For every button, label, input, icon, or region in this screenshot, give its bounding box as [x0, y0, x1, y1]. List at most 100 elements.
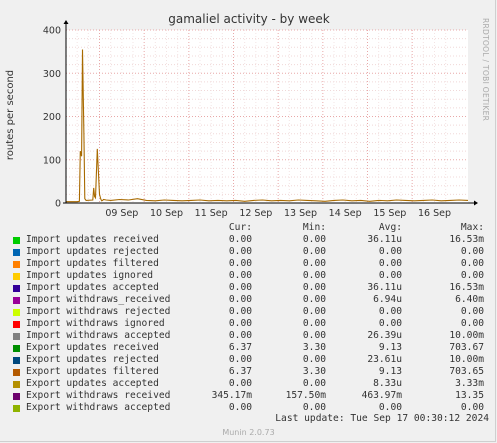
legend-row: Import updates filtered 0.00 0.00 0.00 0.00 [12, 258, 490, 270]
legend-min: 0.00 [302, 318, 326, 329]
legend-cur: 6.37 [228, 366, 252, 377]
legend-avg: 26.39u [367, 330, 402, 341]
header-cur: Cur: [228, 222, 252, 233]
last-update: Last update: Tue Sep 17 00:30:12 2024 [275, 413, 489, 424]
legend-swatch [13, 380, 20, 388]
legend-label: Export updates rejected [26, 354, 159, 365]
x-axis-arrow [474, 200, 478, 206]
y-tick-label: 100 [43, 155, 61, 166]
legend-max: 10.00m [449, 354, 484, 365]
legend-avg: 23.61u [367, 354, 402, 365]
legend-min: 0.00 [302, 258, 326, 269]
legend-cur: 0.00 [228, 246, 252, 257]
legend-label: Import withdraws rejected [26, 306, 171, 317]
legend-min: 0.00 [302, 306, 326, 317]
plot-area: 0 100 200 300 400 09 Sep 10 Sep 11 Sep 12 Sep 13 … [43, 20, 478, 219]
legend-label: Import updates ignored [26, 270, 154, 281]
x-tick-label: 12 Sep [239, 208, 272, 219]
legend-label: Import updates filtered [26, 258, 159, 269]
legend-min: 0.00 [302, 246, 326, 257]
legend-swatch [13, 404, 20, 412]
x-tick-label: 10 Sep [150, 208, 183, 219]
y-axis-label: routes per second [5, 70, 16, 160]
legend-swatch [13, 296, 20, 304]
legend-row: Import updates accepted 0.00 0.00 36.11u 16.… [12, 282, 490, 294]
legend-avg: 0.00 [378, 246, 402, 257]
legend-label: Import withdraws accepted [26, 330, 171, 341]
legend-avg: 0.00 [378, 318, 402, 329]
legend-avg: 0.00 [378, 306, 402, 317]
legend-cur: 0.00 [228, 306, 252, 317]
legend-max: 0.00 [460, 270, 484, 281]
legend-swatch [13, 236, 20, 244]
rrdtool-side-label: RRDTOOL / TOBI OETIKER [481, 18, 490, 121]
legend-min: 0.00 [302, 270, 326, 281]
y-tick-label: 300 [43, 69, 61, 80]
legend-label: Export withdraws received [26, 390, 171, 401]
legend-swatch [13, 344, 20, 352]
x-tick-label: 14 Sep [329, 208, 362, 219]
legend-cur: 345.17m [211, 390, 252, 401]
x-tick-label: 13 Sep [284, 208, 317, 219]
header-avg: Avg: [378, 222, 402, 233]
legend-cur: 0.00 [228, 402, 252, 413]
legend-cur: 0.00 [228, 294, 252, 305]
legend-cur: 0.00 [228, 270, 252, 281]
legend-avg: 463.97m [361, 390, 402, 401]
activity-chart: gamaliel activity - by week routes per s… [5, 12, 490, 219]
legend-label: Export updates filtered [26, 366, 159, 377]
legend-avg: 0.00 [378, 270, 402, 281]
legend-min: 157.50m [285, 390, 326, 401]
y-tick-label: 400 [43, 26, 61, 37]
legend-max: 703.65 [449, 366, 484, 377]
legend-max: 16.53m [449, 282, 484, 293]
legend-swatch [13, 320, 20, 328]
legend-swatch [13, 308, 20, 316]
x-tick-label: 09 Sep [105, 208, 138, 219]
legend-label: Import updates accepted [26, 282, 159, 293]
x-tick-label: 11 Sep [195, 208, 228, 219]
legend-cur: 0.00 [228, 378, 252, 389]
legend-min: 0.00 [302, 354, 326, 365]
legend-avg: 8.33u [373, 378, 402, 389]
legend-avg: 9.13 [378, 366, 402, 377]
legend-max: 13.35 [455, 390, 484, 401]
legend-min: 3.30 [302, 366, 326, 377]
legend-swatch [13, 392, 20, 400]
legend-swatch [13, 272, 20, 280]
legend-label: Import updates rejected [26, 246, 159, 257]
legend-header: Cur: Min: Avg: Max: [12, 222, 490, 234]
legend-row: Import updates rejected 0.00 0.00 0.00 0.00 [12, 246, 490, 258]
legend-cur: 0.00 [228, 354, 252, 365]
legend-row: Import withdraws_received 0.00 0.00 6.94u 6.… [12, 294, 490, 306]
legend-cur: 6.37 [228, 342, 252, 353]
legend-label: Export updates received [26, 342, 159, 353]
legend-cur: 0.00 [228, 234, 252, 245]
header-max: Max: [460, 222, 484, 233]
legend-max: 10.00m [449, 330, 484, 341]
legend-avg: 6.94u [373, 294, 402, 305]
legend-min: 0.00 [302, 234, 326, 245]
y-tick-label: 0 [55, 199, 61, 210]
legend-row: Import updates ignored 0.00 0.00 0.00 0.00 [12, 270, 490, 282]
legend-label: Import updates received [26, 234, 159, 245]
legend-max: 0.00 [460, 258, 484, 269]
legend-max: 0.00 [460, 318, 484, 329]
legend-swatch [13, 356, 20, 364]
legend-swatch [13, 368, 20, 376]
y-tick-label: 200 [43, 112, 61, 123]
legend-min: 0.00 [302, 282, 326, 293]
legend-max: 0.00 [460, 306, 484, 317]
legend-cur: 0.00 [228, 330, 252, 341]
legend-min: 3.30 [302, 342, 326, 353]
legend-max: 16.53m [449, 234, 484, 245]
legend-row: Export withdraws received 345.17m 157.50m 4… [12, 390, 490, 402]
x-tick-label: 16 Sep [418, 208, 451, 219]
legend-row: Export updates filtered 6.37 3.30 9.13 703.6… [12, 366, 490, 378]
legend-swatch [13, 332, 20, 340]
y-axis-arrow [63, 20, 69, 24]
legend-table: Cur: Min: Avg: Max: Import updates recei… [12, 222, 490, 414]
legend-row: Import withdraws ignored 0.00 0.00 0.00 0.00 [12, 318, 490, 330]
legend-min: 0.00 [302, 378, 326, 389]
legend-avg: 36.11u [367, 234, 402, 245]
